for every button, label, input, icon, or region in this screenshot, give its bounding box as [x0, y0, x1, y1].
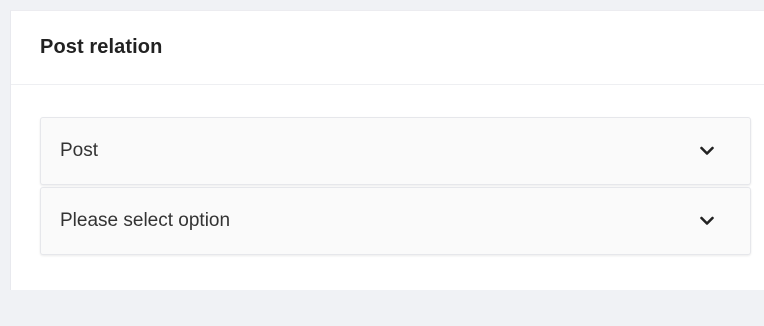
- panel-title: Post relation: [40, 36, 163, 58]
- page-top-strip: [0, 0, 764, 10]
- option-select[interactable]: Please select option: [40, 187, 751, 255]
- post-select[interactable]: Post: [40, 117, 751, 185]
- post-select-value: Post: [60, 140, 99, 161]
- chevron-down-icon: [696, 140, 718, 162]
- post-relation-panel: Post relation Post Please select option: [10, 10, 764, 290]
- panel-header: Post relation: [11, 11, 764, 85]
- chevron-down-icon: [696, 210, 718, 232]
- option-select-value: Please select option: [60, 210, 231, 231]
